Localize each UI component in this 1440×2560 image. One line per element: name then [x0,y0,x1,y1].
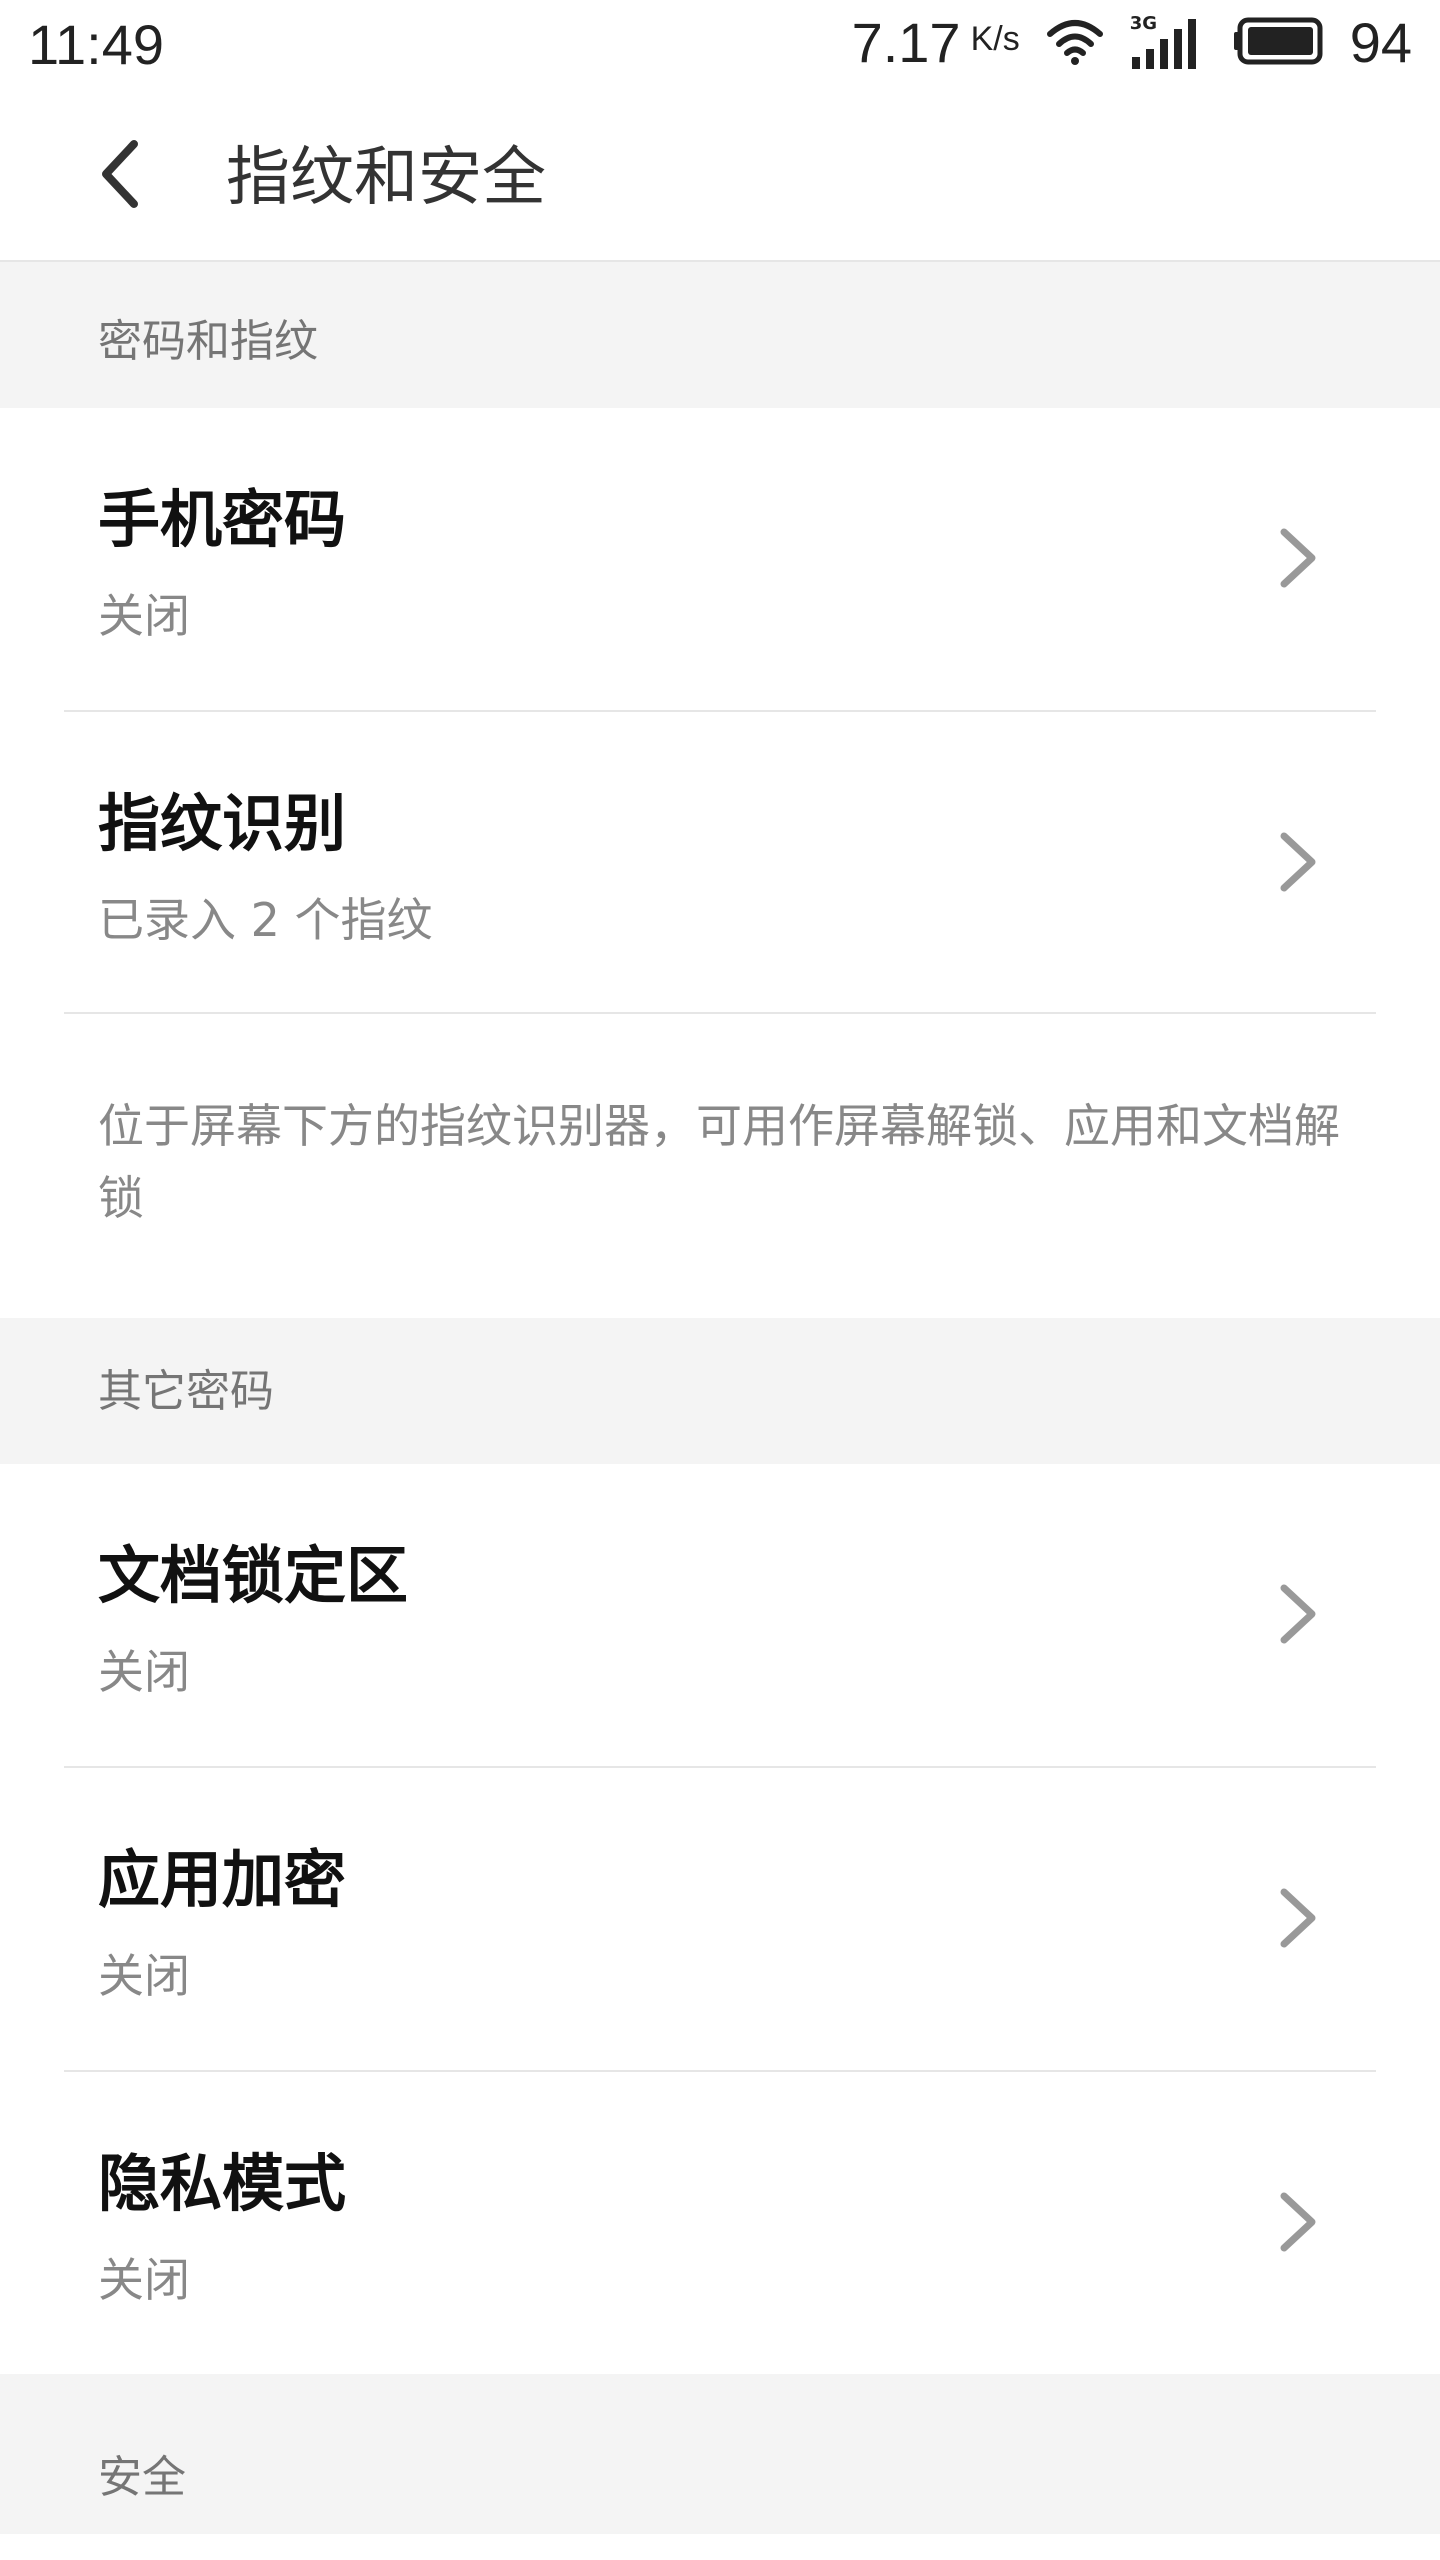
divider [64,1012,1376,1014]
item-subtitle: 关闭 [98,1949,190,2003]
list-item-fingerprint[interactable]: 指纹识别 已录入 2 个指纹 [0,712,1440,1014]
wifi-icon [1046,16,1104,70]
section-header-label: 密码和指纹 [98,316,318,367]
page-title: 指纹和安全 [226,141,546,215]
list-item-phone-password[interactable]: 手机密码 关闭 [0,408,1440,710]
battery-level: 94 [1349,11,1412,74]
item-subtitle: 已录入 2 个指纹 [98,893,433,947]
cell-signal-icon: 3G [1130,15,1206,71]
item-subtitle: 关闭 [98,589,190,643]
back-button[interactable] [72,128,168,224]
status-indicators: 7.17 K/s 3G 94 [852,8,1412,78]
chevron-right-icon [1268,518,1328,598]
status-bar: 11:49 7.17 K/s 3G 94 [0,0,1440,92]
app-bar: 指纹和安全 [0,92,1440,262]
section-header-label: 其它密码 [98,1366,274,1417]
chevron-right-icon [1268,1574,1328,1654]
item-subtitle: 关闭 [98,2253,190,2307]
chevron-right-icon [1268,822,1328,902]
item-title: 文档锁定区 [98,1539,409,1612]
network-speed: 7.17 K/s [852,8,1020,78]
fingerprint-description: 位于屏幕下方的指纹识别器，可用作屏幕解锁、应用和文档解锁 [98,1099,1340,1225]
chevron-right-icon [1268,1878,1328,1958]
network-speed-value: 7.17 [851,11,961,74]
settings-screen: 11:49 7.17 K/s 3G 94 指纹和安全 密码和指纹 手机密码 关闭… [0,0,1440,2560]
section-header-other-passwords: 其它密码 [0,1318,1440,1464]
chevron-right-icon [1268,2182,1328,2262]
item-title: 应用加密 [98,1843,347,1916]
item-title: 手机密码 [98,483,347,556]
battery-icon [1232,16,1324,70]
section-header-label: 安全 [98,2452,186,2503]
chevron-left-icon [92,138,148,214]
item-title: 隐私模式 [98,2147,347,2220]
status-time: 11:49 [28,13,164,76]
list-item-privacy-mode[interactable]: 隐私模式 关闭 [0,2072,1440,2374]
item-title: 指纹识别 [98,787,347,860]
list-item-document-lock[interactable]: 文档锁定区 关闭 [0,1464,1440,1766]
list-item-app-encryption[interactable]: 应用加密 关闭 [0,1768,1440,2070]
section-header-password-fingerprint: 密码和指纹 [0,262,1440,408]
section-header-security: 安全 [0,2374,1440,2534]
item-subtitle: 关闭 [98,1645,190,1699]
network-speed-unit: K/s [970,20,1020,58]
